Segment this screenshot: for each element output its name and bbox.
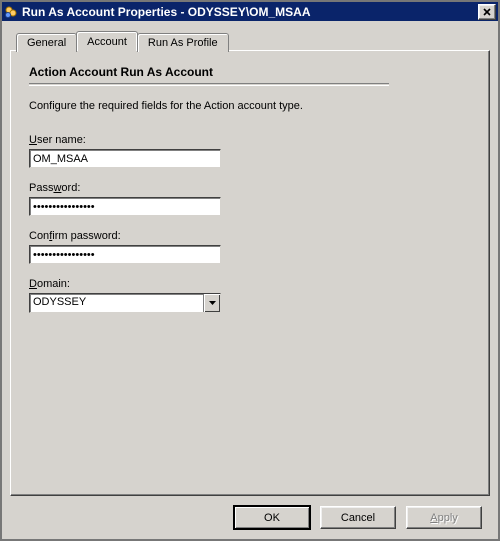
- apply-button[interactable]: Apply: [406, 506, 482, 529]
- field-domain: Domain: ODYSSEY: [29, 278, 471, 313]
- dialog-window: Run As Account Properties - ODYSSEY\OM_M…: [0, 0, 500, 541]
- tab-panel: Action Account Run As Account Configure …: [10, 50, 490, 496]
- button-label: OK: [264, 512, 280, 524]
- close-button[interactable]: [478, 4, 496, 20]
- cancel-button[interactable]: Cancel: [320, 506, 396, 529]
- domain-label: Domain:: [29, 278, 471, 290]
- username-input[interactable]: [29, 149, 221, 168]
- ok-button[interactable]: OK: [234, 506, 310, 529]
- tab-general[interactable]: General: [16, 33, 77, 52]
- tab-label: Account: [87, 36, 127, 48]
- field-confirm-password: Confirm password:: [29, 230, 471, 264]
- confirm-password-input[interactable]: [29, 245, 221, 264]
- app-icon: [4, 5, 18, 19]
- dropdown-button[interactable]: [203, 294, 220, 312]
- field-password: Password:: [29, 182, 471, 216]
- field-username: User name:: [29, 134, 471, 168]
- confirm-password-label: Confirm password:: [29, 230, 471, 242]
- button-label: Cancel: [341, 512, 375, 524]
- client-area: General Account Run As Profile Action Ac…: [2, 21, 498, 539]
- password-input[interactable]: [29, 197, 221, 216]
- section-title: Action Account Run As Account: [29, 65, 471, 79]
- password-label: Password:: [29, 182, 471, 194]
- domain-value: ODYSSEY: [30, 294, 203, 312]
- domain-combobox[interactable]: ODYSSEY: [29, 293, 221, 313]
- tab-runas-profile[interactable]: Run As Profile: [137, 33, 229, 52]
- title-bar: Run As Account Properties - ODYSSEY\OM_M…: [2, 2, 498, 21]
- tab-strip: General Account Run As Profile: [16, 29, 490, 51]
- tab-account[interactable]: Account: [76, 31, 138, 52]
- username-label: User name:: [29, 134, 471, 146]
- window-title: Run As Account Properties - ODYSSEY\OM_M…: [22, 5, 478, 19]
- separator: [29, 83, 389, 86]
- tab-label: General: [27, 37, 66, 49]
- section-description: Configure the required fields for the Ac…: [29, 100, 471, 112]
- button-label: Apply: [430, 512, 458, 524]
- dialog-buttons: OK Cancel Apply: [10, 496, 490, 531]
- chevron-down-icon: [209, 301, 216, 305]
- tab-label: Run As Profile: [148, 37, 218, 49]
